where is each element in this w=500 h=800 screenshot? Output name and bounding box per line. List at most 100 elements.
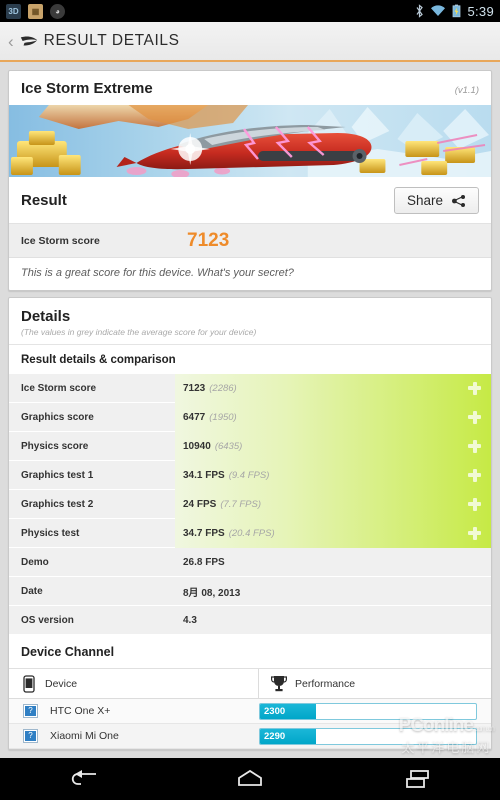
- detail-row-bar: 34.7 FPS (20.4 FPS): [175, 518, 491, 548]
- app-3dmark-icon: 3D: [6, 3, 21, 19]
- detail-row-value: 6477: [183, 411, 206, 423]
- detail-row-average: (1950): [209, 411, 237, 423]
- detail-row-average: (20.4 FPS): [228, 527, 275, 539]
- expand-plus-icon[interactable]: [468, 410, 481, 424]
- detail-row[interactable]: Graphics test 2 24 FPS (7.7 FPS): [9, 489, 491, 519]
- detail-row-label: Physics test: [21, 527, 80, 539]
- home-nav-icon[interactable]: [233, 768, 267, 790]
- device-column-header: Device: [9, 668, 259, 699]
- details-header: Details (The values in grey indicate the…: [9, 298, 491, 345]
- detail-row[interactable]: Date 8月 08, 2013: [9, 577, 491, 606]
- detail-row-label: Date: [21, 585, 43, 597]
- recents-nav-icon[interactable]: [400, 768, 434, 790]
- result-header-row: Result Share: [9, 177, 491, 224]
- ice-storm-score-row: Ice Storm score 7123: [9, 224, 491, 258]
- detail-row-label: Ice Storm score: [21, 382, 97, 394]
- detail-row-label: OS version: [21, 614, 74, 626]
- detail-row-value: 26.8 FPS: [183, 556, 225, 568]
- details-card: Details (The values in grey indicate the…: [8, 297, 492, 750]
- result-details-section-title: Result details & comparison: [21, 354, 176, 366]
- wifi-icon: [431, 5, 446, 16]
- detail-rows-list: Ice Storm score 7123 (2286) Graphics score 6…: [9, 373, 491, 635]
- device-name: Xiaomi Mi One: [50, 730, 119, 742]
- expand-plus-icon[interactable]: [468, 381, 481, 395]
- back-chevron-icon[interactable]: ‹: [8, 33, 14, 50]
- device-cell: ? Xiaomi Mi One: [9, 729, 259, 743]
- performance-column-header: Performance: [259, 675, 355, 692]
- device-placeholder-icon: ?: [23, 729, 38, 743]
- details-subtitle: (The values in grey indicate the average…: [21, 327, 257, 337]
- benchmark-card: Ice Storm Extreme (v1.1) Result Share Ic…: [8, 70, 492, 291]
- detail-row-average: (9.4 FPS): [228, 469, 270, 481]
- detail-row-bar: 24 FPS (7.7 FPS): [175, 489, 491, 519]
- device-channel-row[interactable]: ? HTC One X+ 2300: [9, 699, 491, 724]
- share-icon: [452, 194, 465, 207]
- back-nav-icon[interactable]: [66, 768, 100, 790]
- detail-row-bar: 10940 (6435): [175, 431, 491, 461]
- detail-row-average: (7.7 FPS): [220, 498, 262, 510]
- result-message: This is a great score for this device. W…: [21, 267, 294, 279]
- performance-bar: 2300: [259, 702, 477, 720]
- performance-column-label: Performance: [295, 677, 356, 690]
- device-channel-row[interactable]: ? Xiaomi Mi One 2290: [9, 724, 491, 749]
- detail-row-bar: 8月 08, 2013: [175, 577, 491, 606]
- device-name: HTC One X+: [50, 705, 111, 717]
- detail-row-value: 4.3: [183, 614, 197, 626]
- page-title: RESULT DETAILS: [43, 32, 180, 49]
- detail-row-value: 34.1 FPS: [183, 469, 225, 481]
- app-file-icon: ▦: [28, 3, 43, 19]
- status-bar-system: 5:39: [415, 4, 494, 19]
- phone-icon: [23, 674, 35, 693]
- expand-plus-icon[interactable]: [468, 439, 481, 453]
- android-nav-bar: [0, 758, 500, 800]
- detail-row[interactable]: Demo 26.8 FPS: [9, 548, 491, 577]
- bluetooth-icon: [416, 4, 424, 18]
- details-heading: Details: [21, 308, 71, 325]
- app-title-bar: ‹ RESULT DETAILS: [0, 22, 500, 62]
- detail-row[interactable]: Graphics test 1 34.1 FPS (9.4 FPS): [9, 460, 491, 490]
- detail-row-bar: 4.3: [175, 606, 491, 635]
- detail-row[interactable]: OS version 4.3: [9, 606, 491, 635]
- device-rows-list: ? HTC One X+ 2300? Xiaomi Mi One 2290: [9, 699, 491, 749]
- ice-storm-score-value: 7123: [187, 229, 230, 251]
- detail-row[interactable]: Physics test 34.7 FPS (20.4 FPS): [9, 518, 491, 548]
- detail-row-label: Graphics test 2: [21, 498, 94, 510]
- ice-storm-score-label: Ice Storm score: [21, 234, 100, 247]
- detail-row-label: Graphics test 1: [21, 469, 94, 481]
- device-column-label: Device: [45, 677, 78, 690]
- android-screen: 3D ▦ ◕ 5:39 ‹ RESULT DETAILS Ice Storm E…: [0, 0, 500, 800]
- benchmark-header: Ice Storm Extreme (v1.1): [9, 71, 491, 105]
- detail-row-bar: 26.8 FPS: [175, 548, 491, 577]
- status-bar-clock: 5:39: [467, 3, 494, 19]
- detail-row[interactable]: Ice Storm score 7123 (2286): [9, 373, 491, 403]
- device-channel-header: Device Performance: [9, 668, 491, 699]
- performance-bar-fill: 2290: [260, 728, 317, 744]
- share-button[interactable]: Share: [393, 187, 479, 214]
- detail-row-bar: 34.1 FPS (9.4 FPS): [175, 460, 491, 490]
- detail-row-label: Physics score: [21, 440, 89, 452]
- expand-plus-icon[interactable]: [468, 497, 481, 511]
- expand-plus-icon[interactable]: [468, 468, 481, 482]
- result-heading: Result: [21, 192, 67, 209]
- detail-row-value: 7123: [183, 382, 206, 394]
- device-cell: ? HTC One X+: [9, 704, 259, 718]
- app-cyanogen-icon: ◕: [50, 3, 65, 19]
- futuremark-logo-icon[interactable]: [19, 32, 39, 50]
- benchmark-version: (v1.1): [454, 85, 479, 96]
- performance-score: 2290: [264, 730, 286, 742]
- device-placeholder-icon: ?: [23, 704, 38, 718]
- detail-row[interactable]: Graphics score 6477 (1950): [9, 402, 491, 432]
- performance-bar: 2290: [259, 727, 477, 745]
- detail-row-bar: 7123 (2286): [175, 373, 491, 403]
- scroll-content[interactable]: Ice Storm Extreme (v1.1) Result Share Ic…: [0, 64, 500, 758]
- detail-row-value: 8月 08, 2013: [183, 587, 241, 599]
- detail-row-value: 24 FPS: [183, 498, 217, 510]
- status-bar-notifications: 3D ▦ ◕: [6, 3, 65, 19]
- detail-row-bar: 6477 (1950): [175, 402, 491, 432]
- detail-row[interactable]: Physics score 10940 (6435): [9, 431, 491, 461]
- status-bar: 3D ▦ ◕ 5:39: [0, 0, 500, 22]
- expand-plus-icon[interactable]: [468, 526, 481, 540]
- ice-storm-extreme-banner-image: [9, 105, 491, 177]
- device-channel-title: Device Channel: [9, 635, 491, 669]
- detail-row-average: (2286): [209, 382, 237, 394]
